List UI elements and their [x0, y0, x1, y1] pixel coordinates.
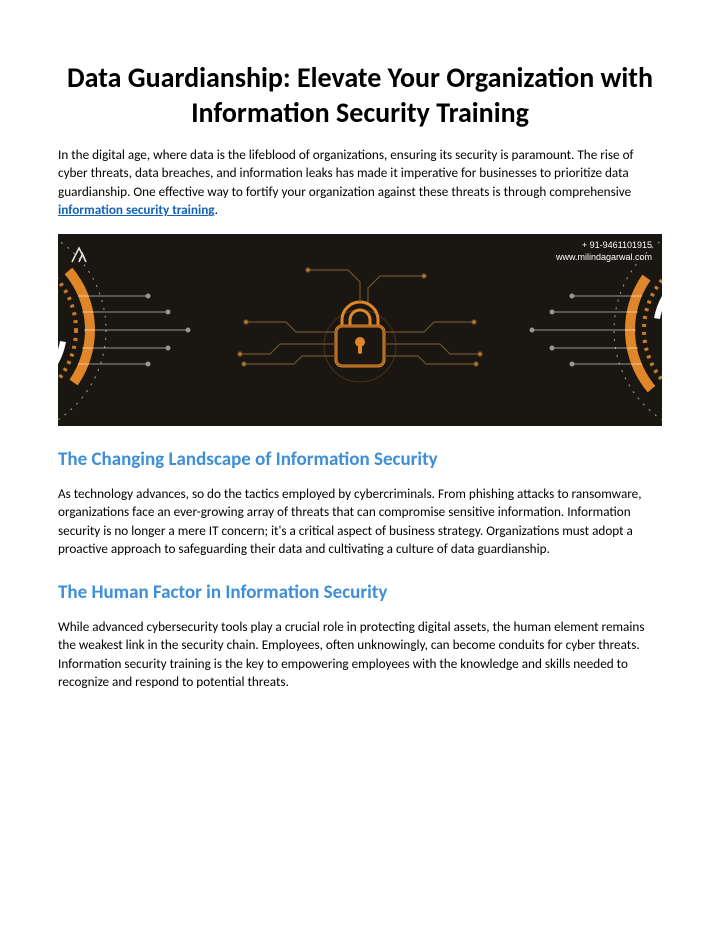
section-body-1: As technology advances, so do the tactic… [58, 485, 662, 559]
intro-text-pre: In the digital age, where data is the li… [58, 146, 634, 200]
cybersecurity-illustration: + 91-9461101915 www.milindagarwal.com [58, 234, 662, 426]
page-title: Data Guardianship: Elevate Your Organiza… [58, 60, 662, 130]
hero-site: www.milindagarwal.com [555, 252, 652, 262]
hero-phone: + 91-9461101915 [582, 240, 652, 250]
section-body-2: While advanced cybersecurity tools play … [58, 618, 662, 692]
section-heading-2: The Human Factor in Information Security [58, 581, 662, 604]
info-security-training-link[interactable]: information security training [58, 201, 215, 218]
intro-text-post: . [215, 201, 218, 218]
section-heading-1: The Changing Landscape of Information Se… [58, 448, 662, 471]
intro-paragraph: In the digital age, where data is the li… [58, 146, 662, 220]
hero-banner: + 91-9461101915 www.milindagarwal.com [58, 234, 662, 426]
